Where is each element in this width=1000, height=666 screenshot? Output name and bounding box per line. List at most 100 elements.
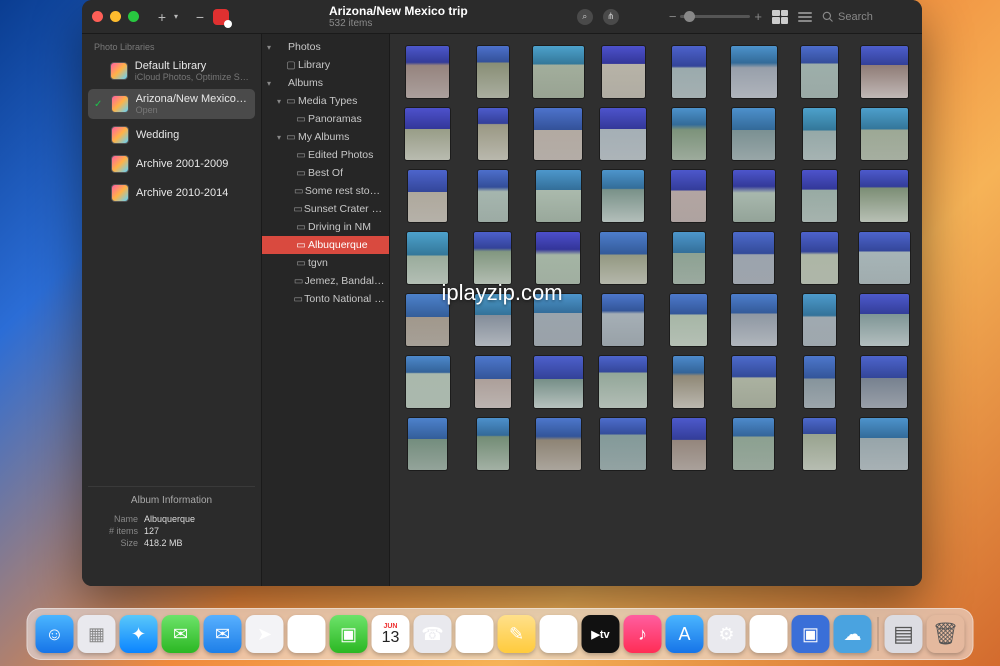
- photo-thumbnail[interactable]: [733, 232, 774, 284]
- photo-thumbnail[interactable]: [408, 170, 447, 222]
- list-view-button[interactable]: [798, 12, 812, 22]
- remove-button[interactable]: −: [191, 9, 209, 25]
- photo-thumbnail[interactable]: [671, 170, 706, 222]
- dock-trash[interactable]: 🗑: [927, 615, 965, 653]
- dock-app-contacts[interactable]: ☎: [414, 615, 452, 653]
- grid-view-button[interactable]: [772, 10, 788, 24]
- dock-app-mail[interactable]: ✉: [204, 615, 242, 653]
- photo-thumbnail[interactable]: [478, 170, 508, 222]
- library-item-3[interactable]: ✓ Archive 2001-2009: [88, 151, 255, 177]
- zoom-button[interactable]: [128, 11, 139, 22]
- library-item-0[interactable]: ✓ Default LibraryiCloud Photos, Optimize…: [88, 56, 255, 86]
- dock-app-launchpad[interactable]: ▦: [78, 615, 116, 653]
- photo-thumbnail[interactable]: [732, 108, 775, 160]
- dock-app-music[interactable]: ♪: [624, 615, 662, 653]
- dock-app-freeform[interactable]: 〰: [540, 615, 578, 653]
- minimize-button[interactable]: [110, 11, 121, 22]
- photo-thumbnail[interactable]: [536, 232, 580, 284]
- zoom-out-icon[interactable]: −: [669, 9, 677, 24]
- photo-thumbnail[interactable]: [801, 232, 838, 284]
- photo-thumbnail[interactable]: [860, 418, 908, 470]
- photo-thumbnail[interactable]: [406, 46, 449, 98]
- dock-app-notes[interactable]: ✎: [498, 615, 536, 653]
- zoom-slider[interactable]: − +: [669, 9, 762, 24]
- tree-node-jemez-bandalier-[interactable]: ▭Jemez, Bandalier,…: [262, 272, 389, 290]
- photo-thumbnail[interactable]: [534, 108, 582, 160]
- tree-node-albuquerque[interactable]: ▭Albuquerque: [262, 236, 389, 254]
- photo-thumbnail[interactable]: [477, 418, 509, 470]
- tree-node-edited-photos[interactable]: ▭Edited Photos: [262, 146, 389, 164]
- photo-thumbnail[interactable]: [861, 46, 908, 98]
- dock-app-settings[interactable]: ⚙: [708, 615, 746, 653]
- photo-thumbnail[interactable]: [533, 46, 584, 98]
- disclosure-icon[interactable]: ▾: [264, 43, 274, 52]
- photo-thumbnail[interactable]: [602, 170, 644, 222]
- search-field[interactable]: Search: [822, 11, 912, 23]
- photo-thumbnail[interactable]: [733, 170, 775, 222]
- library-item-1[interactable]: ✓ Arizona/New Mexico tripOpen: [88, 89, 255, 119]
- tree-node-some-rest-stop-in-[interactable]: ▭Some rest stop in…: [262, 182, 389, 200]
- dock-app-facetime[interactable]: ▣: [330, 615, 368, 653]
- tree-node-tgvn[interactable]: ▭tgvn: [262, 254, 389, 272]
- dock-app-finder[interactable]: ☺: [36, 615, 74, 653]
- person-icon[interactable]: ⋔: [603, 9, 619, 25]
- thumbnail-grid-area[interactable]: [390, 34, 922, 586]
- photo-thumbnail[interactable]: [536, 418, 581, 470]
- photo-thumbnail[interactable]: [475, 356, 511, 408]
- photo-thumbnail[interactable]: [475, 294, 511, 346]
- photo-thumbnail[interactable]: [803, 418, 836, 470]
- disclosure-icon[interactable]: ▾: [274, 97, 284, 106]
- tree-node-albums[interactable]: ▾Albums: [262, 74, 389, 92]
- tree-node-library[interactable]: ▢Library: [262, 56, 389, 74]
- tree-node-photos[interactable]: ▾Photos: [262, 38, 389, 56]
- photo-thumbnail[interactable]: [602, 294, 644, 346]
- photo-thumbnail[interactable]: [731, 294, 777, 346]
- photo-thumbnail[interactable]: [536, 170, 581, 222]
- photo-thumbnail[interactable]: [407, 232, 448, 284]
- slider-track[interactable]: [680, 15, 750, 18]
- tree-node-sunset-crater-w-[interactable]: ▭Sunset Crater & W…: [262, 200, 389, 218]
- photo-thumbnail[interactable]: [860, 294, 909, 346]
- library-item-2[interactable]: ✓ Wedding: [88, 122, 255, 148]
- photo-thumbnail[interactable]: [804, 356, 835, 408]
- photo-thumbnail[interactable]: [599, 356, 647, 408]
- photo-thumbnail[interactable]: [672, 108, 706, 160]
- tree-node-panoramas[interactable]: ▭Panoramas: [262, 110, 389, 128]
- photo-thumbnail[interactable]: [534, 294, 582, 346]
- photo-thumbnail[interactable]: [860, 170, 908, 222]
- photo-thumbnail[interactable]: [672, 46, 706, 98]
- photo-thumbnail[interactable]: [600, 108, 646, 160]
- dock-app-reminders[interactable]: ☰: [456, 615, 494, 653]
- library-item-4[interactable]: ✓ Archive 2010-2014: [88, 180, 255, 206]
- photo-thumbnail[interactable]: [408, 418, 447, 470]
- photo-thumbnail[interactable]: [733, 418, 774, 470]
- photo-thumbnail[interactable]: [474, 232, 511, 284]
- photo-thumbnail[interactable]: [803, 294, 836, 346]
- tree-node-my-albums[interactable]: ▾▭My Albums: [262, 128, 389, 146]
- photo-thumbnail[interactable]: [670, 294, 707, 346]
- photo-thumbnail[interactable]: [477, 46, 509, 98]
- zoom-in-icon[interactable]: +: [754, 9, 762, 24]
- photo-thumbnail[interactable]: [478, 108, 508, 160]
- photo-thumbnail[interactable]: [405, 108, 450, 160]
- photo-thumbnail[interactable]: [801, 46, 838, 98]
- close-button[interactable]: [92, 11, 103, 22]
- tree-node-tonto-national-for-[interactable]: ▭Tonto National For…: [262, 290, 389, 308]
- dock-app-safari[interactable]: ✦: [120, 615, 158, 653]
- tree-node-media-types[interactable]: ▾▭Media Types: [262, 92, 389, 110]
- chevron-down-icon[interactable]: ▾: [167, 12, 185, 21]
- photo-thumbnail[interactable]: [859, 232, 910, 284]
- disclosure-icon[interactable]: ▾: [274, 133, 284, 142]
- dock-recent-doc[interactable]: ▤: [885, 615, 923, 653]
- dock-app-maps[interactable]: ➤: [246, 615, 284, 653]
- photo-thumbnail[interactable]: [802, 170, 837, 222]
- search-scope-icon[interactable]: ⌕: [577, 9, 593, 25]
- dock-app-messages[interactable]: ✉: [162, 615, 200, 653]
- dock-app-app2[interactable]: ☁: [834, 615, 872, 653]
- photo-thumbnail[interactable]: [732, 356, 776, 408]
- disclosure-icon[interactable]: ▾: [264, 79, 274, 88]
- photo-thumbnail[interactable]: [861, 108, 908, 160]
- photo-thumbnail[interactable]: [600, 418, 646, 470]
- photo-thumbnail[interactable]: [673, 356, 704, 408]
- photo-thumbnail[interactable]: [534, 356, 583, 408]
